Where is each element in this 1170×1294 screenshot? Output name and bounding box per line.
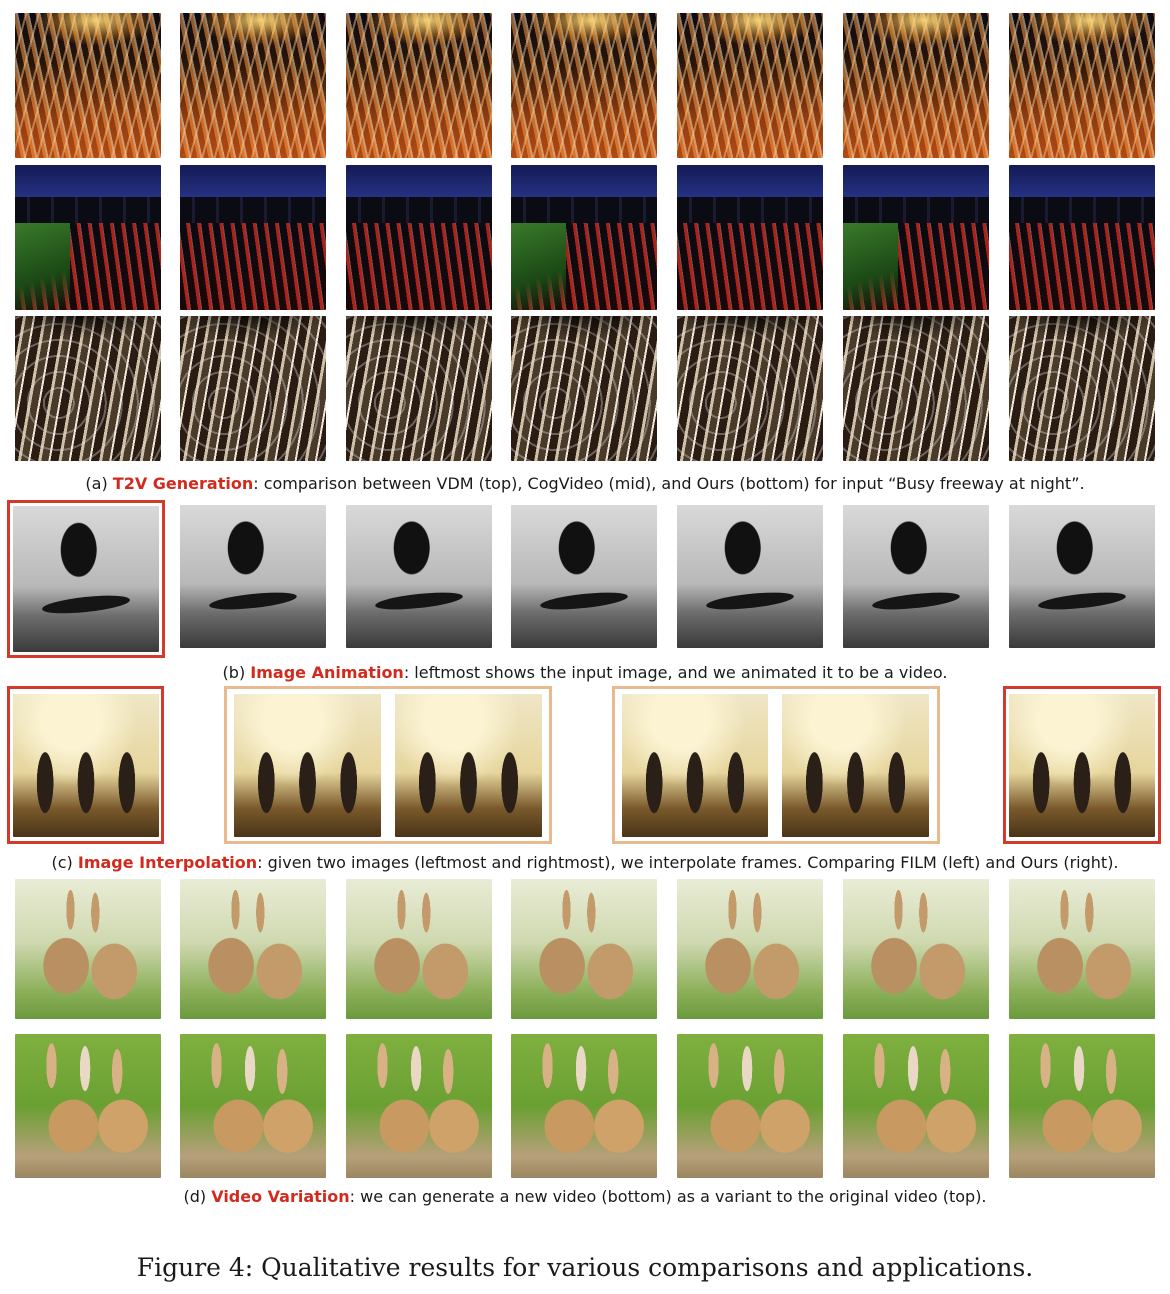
animation-frame-5 [843, 505, 989, 648]
start-image [13, 694, 159, 837]
film-frame-2 [395, 694, 542, 837]
caption-d: (d) Video Variation: we can generate a n… [0, 1187, 1170, 1206]
ours-t2v-frame-1 [15, 316, 161, 461]
caption-d-prefix: (d) [183, 1187, 212, 1206]
caption-d-highlight: Video Variation [211, 1187, 350, 1206]
film-frame-1 [234, 694, 381, 837]
caption-a-prefix: (a) [85, 474, 113, 493]
vdm-frame-3 [346, 13, 492, 158]
ours-t2v-frame-2 [180, 316, 326, 461]
variant-video-frame-5 [677, 1034, 823, 1178]
caption-b-prefix: (b) [222, 663, 251, 682]
original-video-frame-5 [677, 879, 823, 1019]
caption-c-text: : given two images (leftmost and rightmo… [257, 853, 1119, 872]
vdm-frame-4 [511, 13, 657, 158]
animation-frame-3 [511, 505, 657, 648]
caption-a: (a) T2V Generation: comparison between V… [0, 474, 1170, 493]
animation-frame-6 [1009, 505, 1155, 648]
caption-c: (c) Image Interpolation: given two image… [0, 853, 1170, 872]
cogvideo-frame-2 [180, 165, 326, 310]
vdm-frame-1 [15, 13, 161, 158]
variant-video-frame-7 [1009, 1034, 1155, 1178]
ours-t2v-frame-3 [346, 316, 492, 461]
input-image [13, 506, 159, 652]
caption-b-highlight: Image Animation [250, 663, 404, 682]
variant-video-frame-6 [843, 1034, 989, 1178]
ours-t2v-frame-5 [677, 316, 823, 461]
cogvideo-frame-3 [346, 165, 492, 310]
vdm-frame-5 [677, 13, 823, 158]
original-video-frame-6 [843, 879, 989, 1019]
variant-video-frame-3 [346, 1034, 492, 1178]
cogvideo-frame-5 [677, 165, 823, 310]
ours-t2v-frame-4 [511, 316, 657, 461]
cogvideo-frame-4 [511, 165, 657, 310]
ours-t2v-frame-6 [843, 316, 989, 461]
vdm-frame-6 [843, 13, 989, 158]
ours-interp-frame-1 [622, 694, 768, 837]
caption-d-text: : we can generate a new video (bottom) a… [349, 1187, 987, 1206]
caption-b-text: : leftmost shows the input image, and we… [403, 663, 948, 682]
original-video-frame-1 [15, 879, 161, 1019]
variant-video-frame-4 [511, 1034, 657, 1178]
animation-frame-4 [677, 505, 823, 648]
variant-video-frame-2 [180, 1034, 326, 1178]
end-image [1009, 694, 1155, 837]
caption-c-highlight: Image Interpolation [77, 853, 258, 872]
figure-title: Figure 4: Qualitative results for variou… [136, 1253, 1034, 1282]
animation-frame-2 [346, 505, 492, 648]
animation-frame-1 [180, 505, 326, 648]
cogvideo-frame-6 [843, 165, 989, 310]
ours-interp-frame-2 [782, 694, 929, 837]
caption-b: (b) Image Animation: leftmost shows the … [0, 663, 1170, 682]
original-video-frame-2 [180, 879, 326, 1019]
caption-a-highlight: T2V Generation [112, 474, 254, 493]
cogvideo-frame-7 [1009, 165, 1155, 310]
caption-a-text: : comparison between VDM (top), CogVideo… [253, 474, 1085, 493]
vdm-frame-2 [180, 13, 326, 158]
caption-c-prefix: (c) [51, 853, 78, 872]
ours-t2v-frame-7 [1009, 316, 1155, 461]
variant-video-frame-1 [15, 1034, 161, 1178]
cogvideo-frame-1 [15, 165, 161, 310]
original-video-frame-4 [511, 879, 657, 1019]
original-video-frame-7 [1009, 879, 1155, 1019]
original-video-frame-3 [346, 879, 492, 1019]
vdm-frame-7 [1009, 13, 1155, 158]
